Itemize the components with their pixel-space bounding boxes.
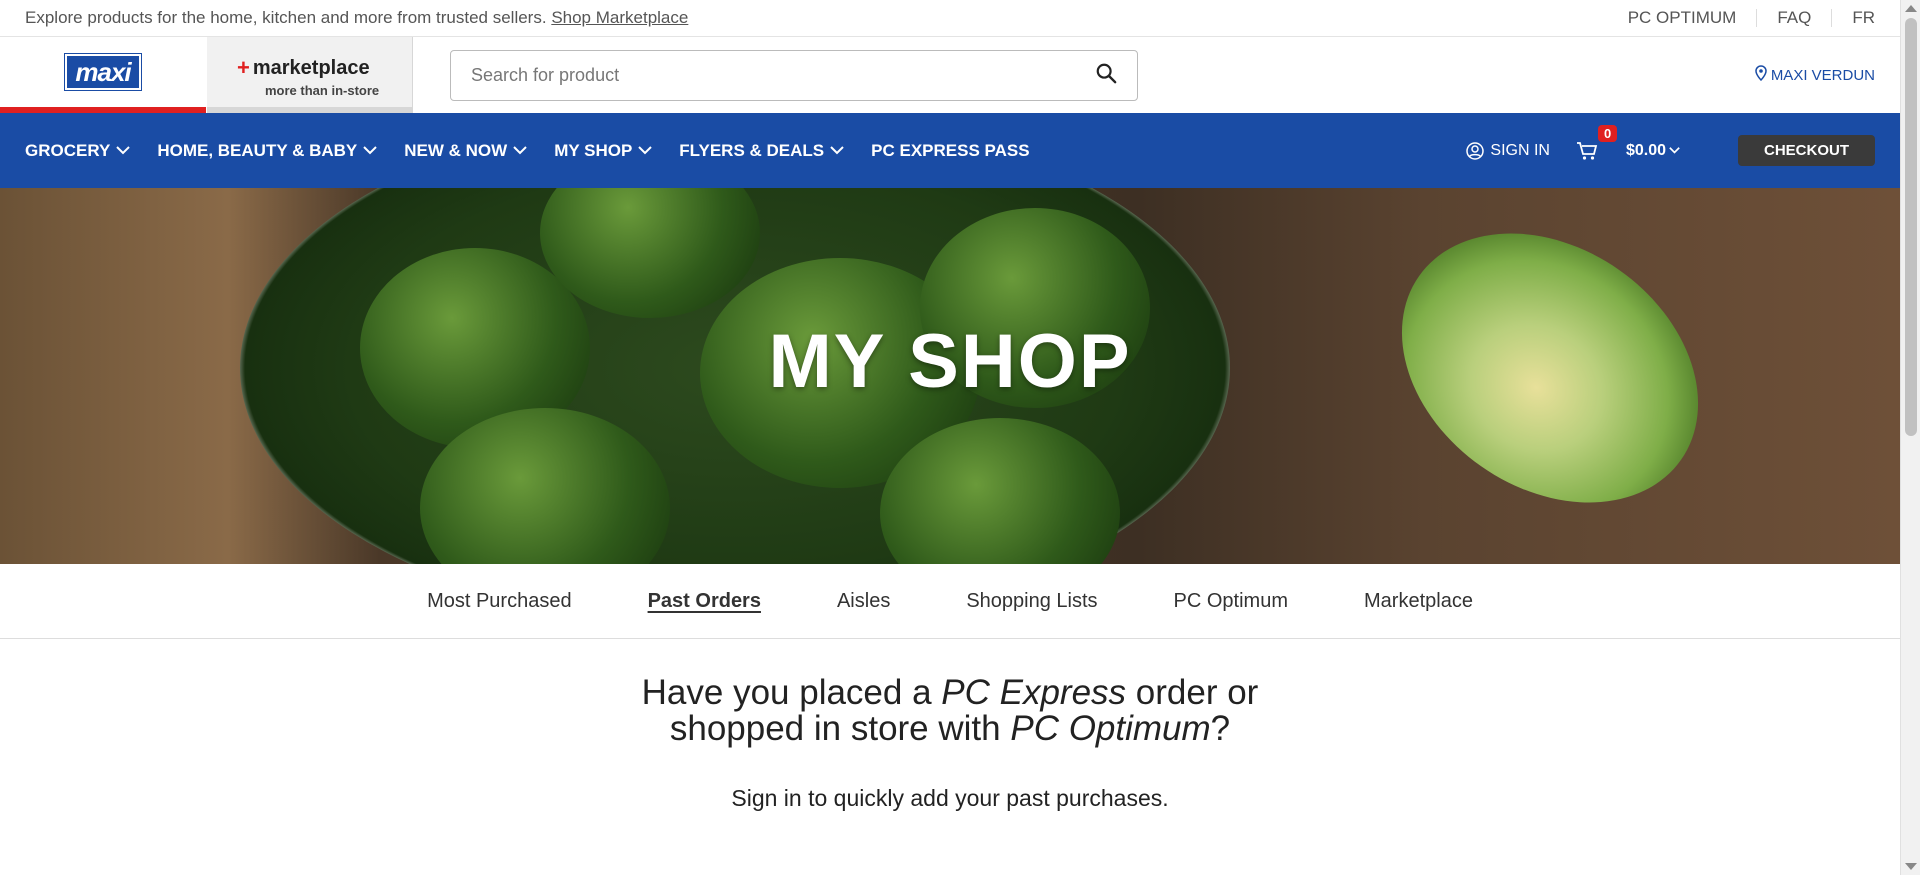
cart-icon — [1576, 141, 1598, 160]
location-pin-icon — [1755, 65, 1767, 85]
tab-pc-optimum[interactable]: PC Optimum — [1174, 590, 1288, 613]
maxi-logo-link[interactable]: maxi — [0, 37, 206, 113]
nav-new-now[interactable]: NEW & NOW — [404, 141, 527, 161]
marketplace-label: marketplace — [252, 56, 370, 79]
main-nav: GROCERY HOME, BEAUTY & BABY NEW & NOW MY… — [0, 113, 1900, 188]
plus-icon: + — [237, 55, 250, 80]
nav-label: GROCERY — [25, 140, 111, 160]
chevron-down-icon — [363, 146, 377, 155]
past-orders-panel: Have you placed a PC Express order or sh… — [0, 640, 1900, 812]
cart-button[interactable]: 0 $0.00 — [1576, 124, 1680, 161]
language-link[interactable]: FR — [1831, 9, 1875, 27]
scroll-thumb[interactable] — [1905, 18, 1917, 436]
marketplace-link[interactable]: + marketplace more than in-store — [207, 37, 413, 113]
nav-label: FLYERS & DEALS — [679, 140, 825, 160]
headline-emphasis: PC Optimum — [1010, 709, 1211, 748]
tab-most-purchased[interactable]: Most Purchased — [427, 590, 572, 613]
chevron-down-icon — [638, 146, 653, 155]
account-cart-area: SIGN IN 0 $0.00 CHECKOUT — [1466, 124, 1875, 166]
promo-text: Explore products for the home, kitchen a… — [25, 8, 547, 27]
sign-in-label: SIGN IN — [1490, 141, 1550, 159]
site-header: maxi + marketplace more than in-store MA… — [0, 37, 1900, 113]
marketplace-title: + marketplace — [237, 55, 412, 81]
headline-text: ? — [1210, 709, 1231, 748]
nav-label: PC EXPRESS PASS — [871, 140, 1030, 160]
promo-bar: Explore products for the home, kitchen a… — [0, 0, 1900, 37]
scroll-up-arrow-icon[interactable] — [1905, 5, 1917, 12]
nav-home-beauty-baby[interactable]: HOME, BEAUTY & BABY — [157, 141, 377, 161]
shop-marketplace-link[interactable]: Shop Marketplace — [551, 8, 688, 27]
headline-emphasis: PC Express — [941, 673, 1127, 712]
chevron-down-icon — [830, 146, 844, 155]
sign-in-prompt: Sign in to quickly add your past purchas… — [731, 785, 1169, 811]
tab-shopping-lists[interactable]: Shopping Lists — [966, 590, 1097, 613]
chevron-down-icon — [513, 146, 527, 155]
pc-optimum-link[interactable]: PC OPTIMUM — [1608, 9, 1757, 27]
search-box — [450, 50, 1138, 101]
nav-pc-express-pass[interactable]: PC EXPRESS PASS — [871, 141, 1029, 161]
nav-label: HOME, BEAUTY & BABY — [157, 140, 358, 160]
nav-label: MY SHOP — [554, 140, 633, 160]
search-icon[interactable] — [1095, 62, 1117, 89]
nav-grocery[interactable]: GROCERY — [25, 140, 131, 161]
cart-total: $0.00 — [1626, 142, 1680, 160]
promo-text-wrap: Explore products for the home, kitchen a… — [25, 8, 688, 28]
utility-links: PC OPTIMUM FAQ FR — [1608, 9, 1875, 27]
page-title: MY SHOP — [768, 319, 1132, 404]
sign-in-button[interactable]: SIGN IN — [1466, 142, 1550, 160]
nav-flyers-deals[interactable]: FLYERS & DEALS — [679, 141, 844, 161]
hero-banner: MY SHOP — [0, 188, 1900, 564]
faq-link[interactable]: FAQ — [1756, 9, 1831, 27]
cart-count-badge: 0 — [1597, 124, 1618, 142]
page-scrollbar[interactable] — [1900, 0, 1920, 875]
chevron-down-icon — [1669, 147, 1680, 154]
nav-label: NEW & NOW — [404, 140, 508, 160]
store-name: MAXI VERDUN — [1770, 66, 1875, 84]
cart-total-value: $0.00 — [1625, 141, 1666, 159]
nav-my-shop[interactable]: MY SHOP — [554, 140, 653, 161]
maxi-logo: maxi — [65, 54, 141, 90]
scroll-down-arrow-icon[interactable] — [1905, 863, 1917, 870]
past-orders-headline: Have you placed a PC Express order or sh… — [600, 675, 1300, 747]
tab-past-orders[interactable]: Past Orders — [648, 590, 761, 613]
my-shop-tabs: Most Purchased Past Orders Aisles Shoppi… — [0, 564, 1900, 639]
tab-marketplace[interactable]: Marketplace — [1364, 590, 1473, 613]
search-input[interactable] — [471, 65, 1095, 86]
store-selector[interactable]: MAXI VERDUN — [1755, 65, 1875, 85]
headline-text: Have you placed a — [641, 673, 942, 712]
tab-aisles[interactable]: Aisles — [837, 590, 890, 613]
chevron-down-icon — [116, 146, 131, 155]
marketplace-subtitle: more than in-store — [265, 83, 380, 98]
user-icon — [1466, 141, 1485, 160]
checkout-button[interactable]: CHECKOUT — [1738, 135, 1875, 166]
